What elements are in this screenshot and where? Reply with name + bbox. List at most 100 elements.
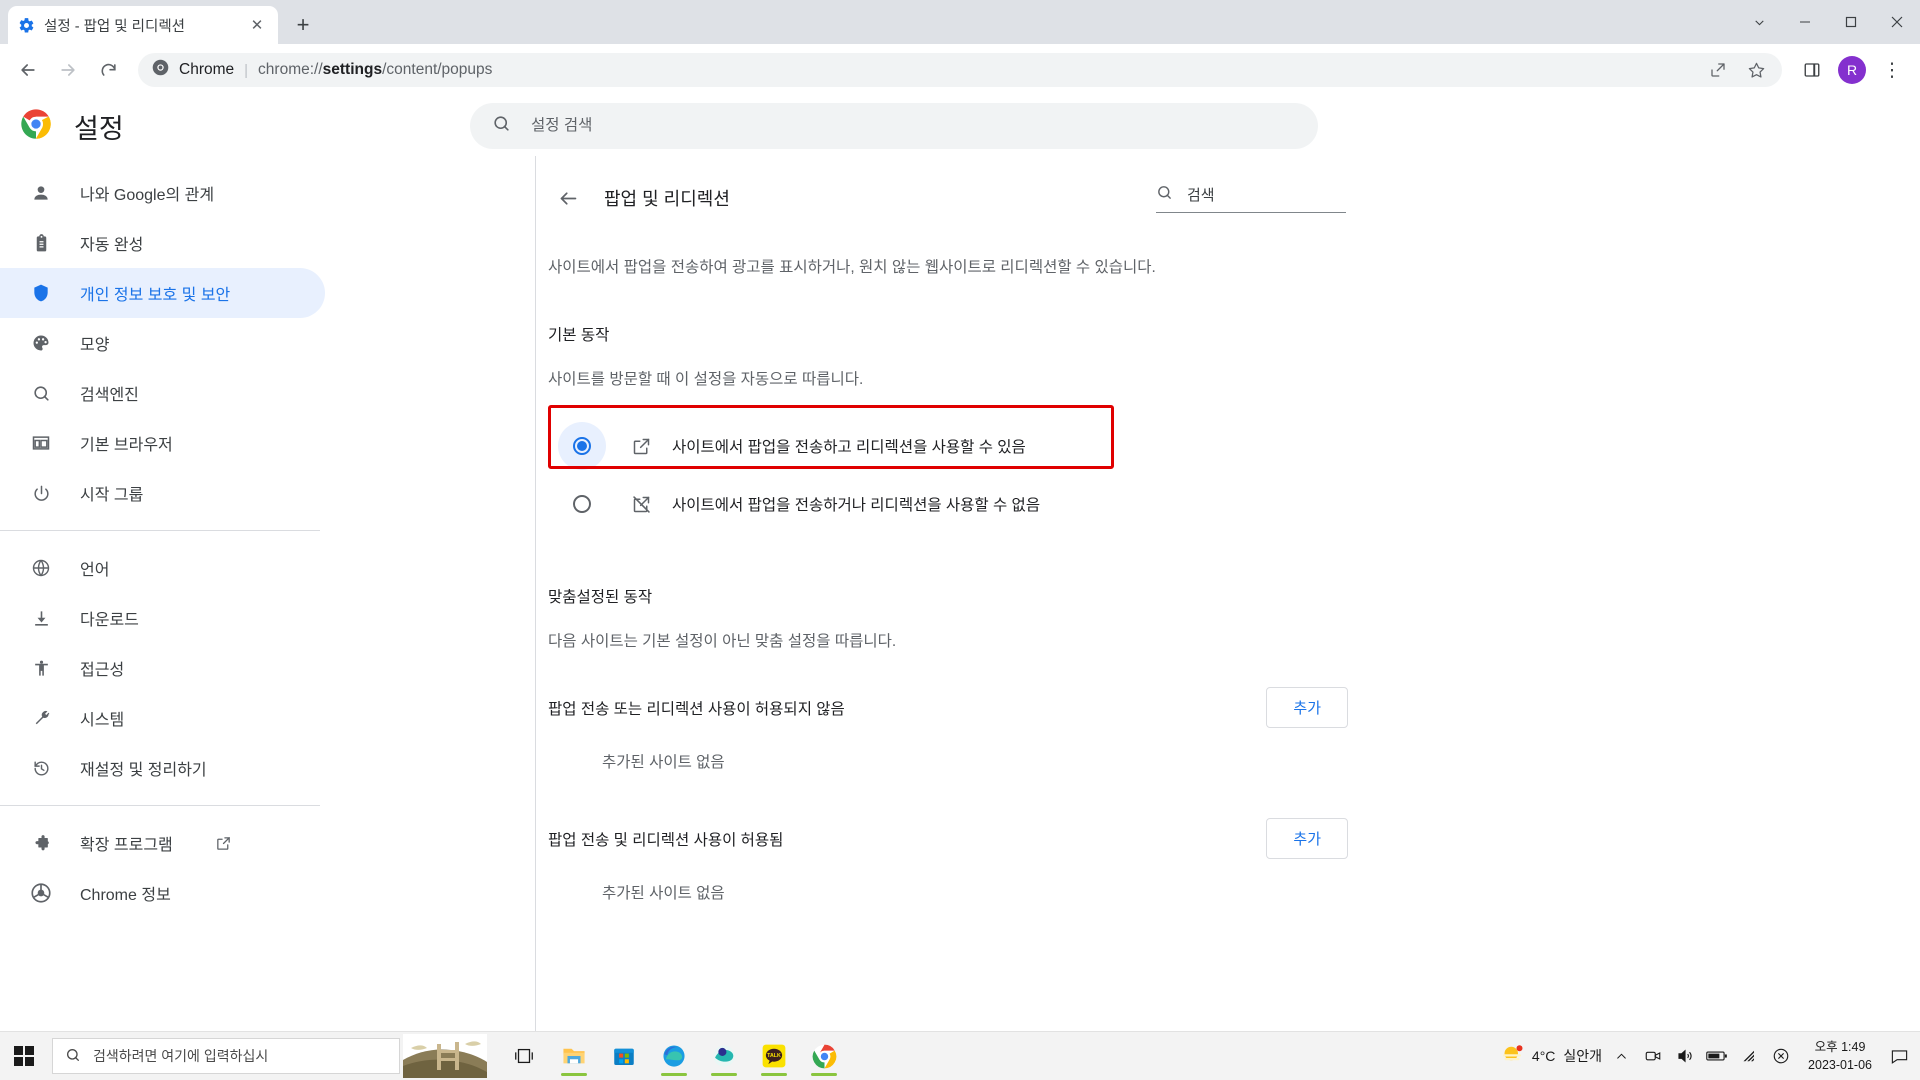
radio-option-allow[interactable]: 사이트에서 팝업을 전송하고 리디렉션을 사용할 수 있음 (548, 417, 1368, 475)
settings-sidebar: 나와 Google의 관계 자동 완성 개인 정보 보호 및 보안 (0, 156, 535, 1032)
maximize-button[interactable] (1828, 0, 1874, 44)
error-icon[interactable] (1768, 1042, 1794, 1070)
search-icon (30, 382, 52, 404)
radio-label-block: 사이트에서 팝업을 전송하거나 리디렉션을 사용할 수 없음 (672, 493, 1040, 515)
open-in-new-blocked-icon (628, 491, 654, 517)
omnibox-chrome-label: Chrome (179, 61, 234, 79)
minimize-button[interactable] (1782, 0, 1828, 44)
volume-icon[interactable] (1672, 1042, 1698, 1070)
sidebar-item-languages[interactable]: 언어 (0, 543, 325, 593)
omnibox-separator: | (244, 62, 248, 79)
sidebar-item-downloads[interactable]: 다운로드 (0, 593, 325, 643)
default-behavior-radio-group: 사이트에서 팝업을 전송하고 리디렉션을 사용할 수 있음 사이트에서 팝업을 … (548, 417, 1368, 533)
side-panel-icon[interactable] (1794, 52, 1830, 88)
chevron-down-icon[interactable] (1736, 0, 1782, 44)
sidebar-item-label: 검색엔진 (80, 381, 139, 405)
default-behavior-sublabel: 사이트를 방문할 때 이 설정을 자동으로 따릅니다. (548, 367, 1368, 389)
sidebar-item-on-startup[interactable]: 시작 그룹 (0, 468, 325, 518)
sidebar-item-accessibility[interactable]: 접근성 (0, 643, 325, 693)
share-icon[interactable] (1700, 52, 1736, 88)
back-arrow-icon[interactable] (548, 178, 588, 218)
search-icon (1156, 184, 1173, 206)
custom-list-not-allowed: 팝업 전송 또는 리디렉션 사용이 허용되지 않음 추가 (548, 687, 1368, 728)
sidebar-item-about-chrome[interactable]: Chrome 정보 (0, 868, 325, 918)
sidebar-item-you-and-google[interactable]: 나와 Google의 관계 (0, 168, 325, 218)
forward-icon[interactable] (50, 52, 86, 88)
sidebar-item-label: 확장 프로그램 (80, 831, 173, 855)
google-chrome-icon[interactable] (802, 1034, 846, 1078)
taskbar-search-box[interactable]: 검색하려면 여기에 입력하십시 (52, 1038, 400, 1074)
page-title: 설정 (74, 107, 124, 146)
radio-button-block[interactable] (558, 480, 606, 528)
notification-icon[interactable] (1886, 1042, 1912, 1070)
sidebar-item-search-engine[interactable]: 검색엔진 (0, 368, 325, 418)
kakaotalk-icon[interactable]: TALK (752, 1034, 796, 1078)
back-icon[interactable] (10, 52, 46, 88)
power-icon (30, 482, 52, 504)
sidebar-group-2: 언어 다운로드 접근성 (0, 543, 535, 793)
fog-sun-icon (1500, 1043, 1524, 1070)
accessibility-icon (30, 657, 52, 679)
sidebar-item-label: 모양 (80, 331, 109, 355)
list-label-not-allowed: 팝업 전송 또는 리디렉션 사용이 허용되지 않음 (548, 697, 845, 719)
radio-button-allow[interactable] (558, 422, 606, 470)
battery-icon[interactable] (1704, 1042, 1730, 1070)
microsoft-edge-icon[interactable] (652, 1034, 696, 1078)
gear-icon (18, 17, 35, 34)
sidebar-group-1: 나와 Google의 관계 자동 완성 개인 정보 보호 및 보안 (0, 168, 535, 518)
browser-tab[interactable]: 설정 - 팝업 및 리디렉션 ✕ (8, 6, 278, 44)
close-icon[interactable]: ✕ (246, 14, 268, 36)
new-tab-button[interactable]: + (288, 10, 318, 40)
sidebar-item-reset-and-cleanup[interactable]: 재설정 및 정리하기 (0, 743, 325, 793)
meet-now-icon[interactable] (1640, 1042, 1666, 1070)
open-in-new-icon[interactable] (215, 835, 232, 852)
sidebar-item-label: Chrome 정보 (80, 881, 171, 905)
content-search-box[interactable] (1156, 184, 1346, 213)
sidebar-item-privacy-and-security[interactable]: 개인 정보 보호 및 보안 (0, 268, 325, 318)
window-close-button[interactable] (1874, 0, 1920, 44)
microsoft-store-icon[interactable] (602, 1034, 646, 1078)
naver-whale-icon[interactable] (702, 1034, 746, 1078)
sidebar-item-autofill[interactable]: 자동 완성 (0, 218, 325, 268)
settings-brand: 설정 (0, 107, 470, 146)
window-controls (1736, 0, 1920, 44)
add-button-not-allowed[interactable]: 추가 (1266, 687, 1348, 728)
settings-search-box[interactable] (470, 103, 1318, 149)
shield-icon (30, 282, 52, 304)
open-in-new-icon (628, 433, 654, 459)
browser-window: 설정 - 팝업 및 리디렉션 ✕ + (0, 0, 1920, 1080)
settings-search-input[interactable] (529, 116, 1296, 136)
sidebar-item-system[interactable]: 시스템 (0, 693, 325, 743)
sidebar-item-extensions[interactable]: 확장 프로그램 (0, 818, 325, 868)
browser-toolbar: Chrome | chrome://settings/content/popup… (0, 44, 1920, 96)
browser-window-icon (30, 432, 52, 454)
sidebar-item-label: 다운로드 (80, 606, 139, 630)
custom-behavior-label: 맞춤설정된 동작 (548, 585, 1368, 607)
more-menu-icon[interactable]: ⋮ (1874, 52, 1910, 88)
chevron-up-icon[interactable] (1608, 1042, 1634, 1070)
sidebar-item-label: 시스템 (80, 706, 124, 730)
weather-description: 실안개 (1563, 1046, 1602, 1066)
weather-widget[interactable]: 4°C 실안개 (1500, 1043, 1602, 1070)
add-button-allowed[interactable]: 추가 (1266, 818, 1348, 859)
globe-icon (30, 557, 52, 579)
search-icon (492, 114, 511, 138)
windows-taskbar: 검색하려면 여기에 입력하십시 (0, 1031, 1920, 1080)
sidebar-item-appearance[interactable]: 모양 (0, 318, 325, 368)
task-view-icon[interactable] (502, 1034, 546, 1078)
address-bar[interactable]: Chrome | chrome://settings/content/popup… (138, 53, 1782, 87)
avatar[interactable]: R (1838, 56, 1866, 84)
news-weather-thumbnail[interactable] (402, 1034, 488, 1078)
reload-icon[interactable] (90, 52, 126, 88)
wifi-icon[interactable] (1736, 1042, 1762, 1070)
windows-icon[interactable] (0, 1032, 48, 1080)
file-explorer-icon[interactable] (552, 1034, 596, 1078)
clock[interactable]: 오후 1:49 2023-01-06 (1800, 1038, 1880, 1074)
sidebar-item-label: 시작 그룹 (80, 481, 143, 505)
sidebar-group-3: 확장 프로그램 Chrome 정보 (0, 818, 535, 918)
star-icon[interactable] (1738, 52, 1774, 88)
content-search-input[interactable] (1185, 185, 1346, 204)
radio-option-block[interactable]: 사이트에서 팝업을 전송하거나 리디렉션을 사용할 수 없음 (548, 475, 1368, 533)
omnibox-url: chrome://settings/content/popups (258, 61, 492, 79)
sidebar-item-default-browser[interactable]: 기본 브라우저 (0, 418, 325, 468)
